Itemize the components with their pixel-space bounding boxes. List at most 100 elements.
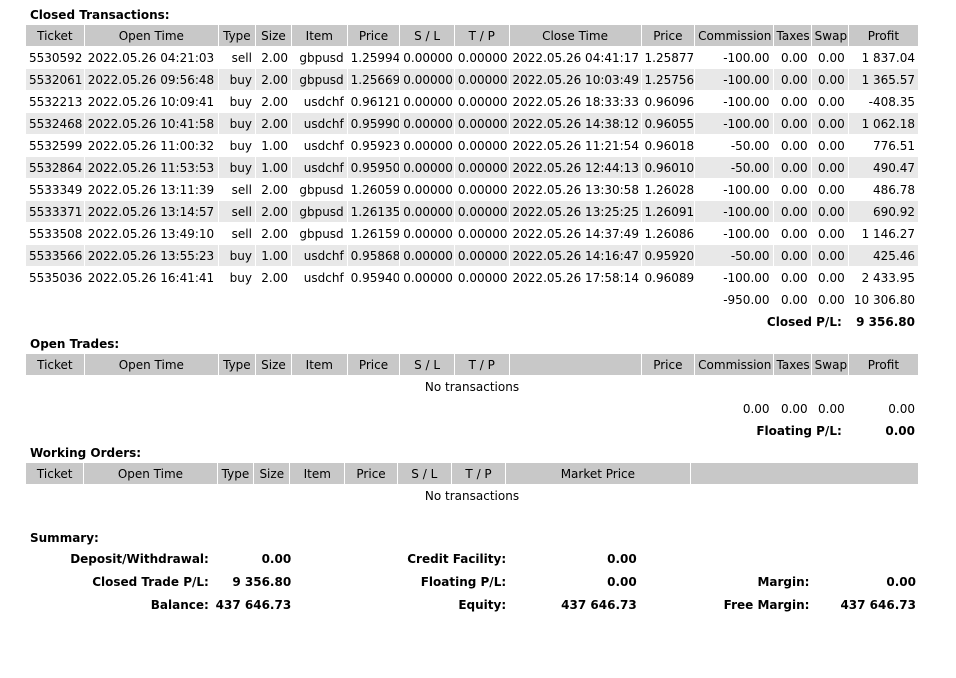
table-cell: 2022.05.26 13:14:57 (84, 201, 218, 222)
table-cell: 2022.05.26 13:30:58 (512, 182, 639, 197)
table-cell: sell (231, 226, 252, 241)
table-cell: 0.00 (780, 94, 808, 109)
open-header-cell: S / L (400, 354, 454, 375)
table-cell: gbpusd (299, 182, 344, 197)
table-row: 5530592 2022.05.26 04:21:03 sell 2.00 gbpusd… (26, 47, 918, 68)
open-header-cell: Commission (695, 354, 773, 375)
open-header-cell: Item (292, 354, 347, 375)
closed-header-cell: Commission (695, 25, 773, 46)
table-cell: 2.00 (261, 182, 288, 197)
open-trades-table: Ticket Open Time Type Size Item Price S / LT /… (25, 353, 919, 442)
table-cell: 0.96010 (641, 157, 695, 178)
table-cell: 2022.05.26 11:21:54 (512, 138, 639, 153)
table-row: 5532061 2022.05.26 09:56:48 buy 2.00 gbpusd 1… (26, 69, 918, 90)
table-cell: 1.26135 (347, 201, 400, 222)
closed-header-cell: Size (255, 25, 291, 46)
table-cell: 5532468 (26, 113, 84, 134)
table-row: 5532599 2022.05.26 11:00:32 buy 1.00 usdchf 0… (26, 135, 918, 156)
table-cell: 0.95990 (347, 113, 400, 134)
table-cell: 1.00 (255, 157, 291, 178)
table-cell: -100.00 (695, 113, 773, 134)
table-cell: 5533371 (26, 201, 84, 222)
table-cell: 5533508 (29, 226, 83, 241)
table-cell: buy (218, 69, 255, 90)
table-cell: 1.00 (261, 138, 288, 153)
open-trades-title: Open Trades: (30, 337, 120, 351)
table-cell: 0.00000 (403, 270, 453, 285)
table-cell: 2.00 (261, 94, 288, 109)
working-header-cell: Market Price (506, 463, 690, 484)
working-header-cell: S / L (397, 463, 451, 484)
table-cell: 0.00 (773, 201, 811, 222)
table-cell: usdchf (292, 157, 347, 178)
floating-pl-value: 0.00 (885, 423, 915, 438)
table-cell: 1.26086 (644, 226, 695, 241)
open-header-cell (509, 354, 641, 375)
table-cell: 0.00 (773, 245, 811, 266)
closed-trade-pl-value: 9 356.80 (232, 575, 292, 589)
working-header-cell: Type (217, 463, 254, 484)
table-cell: 1 365.57 (848, 69, 918, 90)
table-cell: 0.95923 (350, 138, 400, 153)
summary-row-2: Closed Trade P/L: 9 356.80 Floating P/L:… (25, 571, 919, 593)
table-cell: buy (229, 94, 252, 109)
table-cell: 2022.05.26 04:21:03 (87, 50, 215, 65)
table-cell: 0.00000 (403, 138, 453, 153)
closed-header-cell: T / P (454, 25, 509, 46)
table-cell: 2022.05.26 14:16:47 (509, 245, 641, 266)
free-margin-label: Free Margin: (723, 598, 810, 612)
closed-header-cell: Price (347, 25, 400, 46)
table-cell: 1.26159 (350, 226, 400, 241)
closed-transactions-table: Ticket Open Time Type Size Item Price S / LT /… (25, 24, 919, 333)
working-empty-text: No transactions (424, 488, 520, 503)
table-cell: 0.00 (773, 157, 811, 178)
table-cell: 0.00 (780, 226, 808, 241)
table-cell: -100.00 (723, 50, 770, 65)
table-cell: 2022.05.26 10:41:58 (84, 113, 218, 134)
table-cell: 2022.05.26 04:41:17 (512, 50, 639, 65)
open-pl-row: Floating P/L: 0.00 (26, 420, 918, 441)
table-cell: 2022.05.26 12:44:13 (509, 157, 641, 178)
table-cell: -100.00 (695, 69, 773, 90)
table-cell: 1.25756 (641, 69, 695, 90)
table-cell: buy (218, 157, 255, 178)
table-cell: 2022.05.26 16:41:41 (87, 270, 215, 285)
table-cell: 0.00 (780, 182, 808, 197)
closed-header-cell: Open Time (84, 25, 218, 46)
working-orders-title: Working Orders: (30, 446, 142, 460)
table-cell: 0.00 (811, 245, 848, 266)
table-cell: 2022.05.26 17:58:14 (512, 270, 639, 285)
working-header-cell: Price (345, 463, 397, 484)
table-cell: 2022.05.26 09:56:48 (84, 69, 218, 90)
closed-total-swap: 0.00 (818, 292, 845, 307)
table-cell: 0.00000 (454, 69, 509, 90)
summary-row-3: Balance: 437 646.73 Equity: 437 646.73 F… (25, 594, 919, 616)
table-cell: 1.25877 (644, 50, 695, 65)
summary-title: Summary: (30, 531, 99, 545)
table-cell: 0.00000 (403, 182, 453, 197)
table-cell: 2.00 (255, 69, 291, 90)
closed-pl-value: 9 356.80 (856, 314, 915, 329)
open-total-profit: 0.00 (888, 401, 915, 416)
table-cell: buy (229, 270, 252, 285)
table-cell: 2022.05.26 11:53:53 (84, 157, 218, 178)
table-cell: 1.25994 (350, 50, 400, 65)
table-cell: 486.78 (873, 182, 915, 197)
table-cell: 0.00 (780, 138, 808, 153)
margin-label: Margin: (757, 575, 810, 589)
table-cell: 0.00 (818, 50, 845, 65)
table-cell: gbpusd (292, 69, 347, 90)
open-header-cell: T / P (454, 354, 509, 375)
table-cell: 0.00000 (400, 245, 454, 266)
table-cell: 0.00000 (400, 157, 454, 178)
table-cell: 490.47 (848, 157, 918, 178)
open-header-cell: Taxes (773, 354, 811, 375)
summary-floating-label: Floating P/L: (420, 575, 507, 589)
closed-header-cell: Close Time (509, 25, 641, 46)
table-cell: 5532599 (29, 138, 83, 153)
table-cell: 2022.05.26 13:25:25 (509, 201, 641, 222)
table-cell: -50.00 (695, 245, 773, 266)
table-cell: 0.00000 (454, 201, 509, 222)
closed-header-cell: Price (641, 25, 695, 46)
table-row: 5533349 2022.05.26 13:11:39 sell 2.00 gbpusd… (26, 179, 918, 200)
